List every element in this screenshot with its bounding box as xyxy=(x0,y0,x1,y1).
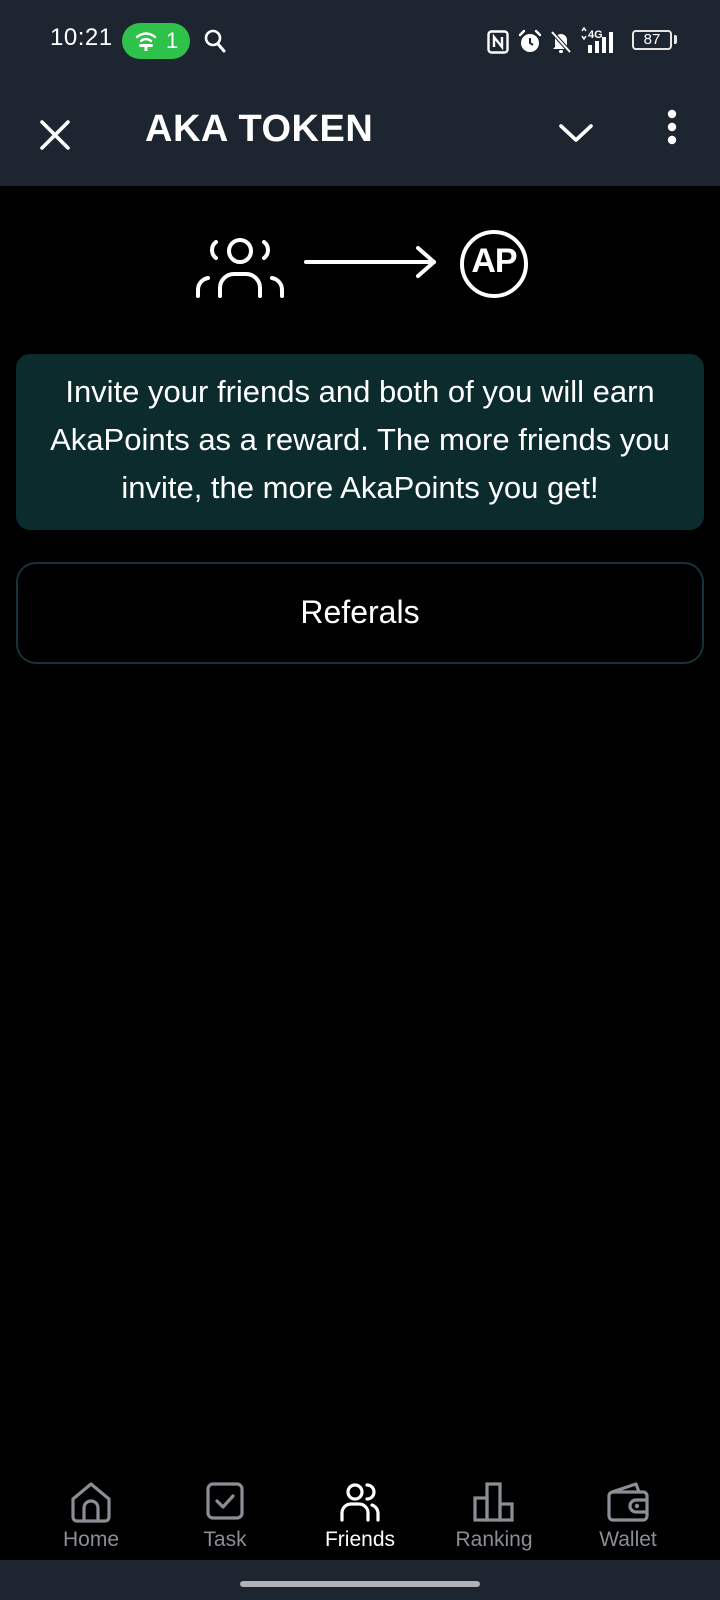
akapoints-badge-label: AP xyxy=(471,242,517,280)
collapse-button[interactable] xyxy=(556,114,596,154)
nav-item-home[interactable]: Home xyxy=(24,1456,158,1560)
invite-info-card: Invite your friends and both of you will… xyxy=(16,354,704,530)
ranking-icon xyxy=(473,1482,514,1522)
status-bar: 10:21 1 4G 87 xyxy=(0,0,720,84)
app-header: AKA TOKEN xyxy=(0,84,720,186)
hotspot-indicator[interactable]: 1 xyxy=(122,23,190,59)
nav-item-ranking[interactable]: Ranking xyxy=(427,1456,561,1560)
battery-tip xyxy=(674,35,677,44)
referral-illustration: AP xyxy=(0,230,720,310)
alarm-icon xyxy=(518,29,542,52)
wallet-icon xyxy=(607,1482,649,1522)
invite-info-text: Invite your friends and both of you will… xyxy=(50,374,670,505)
battery-level: 87 xyxy=(643,31,661,48)
bottom-navigation: Home Task Friends Ranking Wallet xyxy=(0,1456,720,1560)
status-time: 10:21 xyxy=(50,24,113,51)
nav-label-task: Task xyxy=(203,1528,247,1551)
signal-icon: 4G xyxy=(581,27,613,53)
referals-button-label: Referals xyxy=(300,594,420,630)
mute-bell-icon xyxy=(550,30,572,54)
task-icon xyxy=(206,1482,244,1520)
nav-label-ranking: Ranking xyxy=(455,1528,533,1551)
nav-label-home: Home xyxy=(62,1528,120,1551)
home-icon xyxy=(71,1482,111,1523)
chevron-down-icon xyxy=(559,124,593,142)
svg-text:4G: 4G xyxy=(588,29,603,41)
more-vertical-icon xyxy=(667,109,677,145)
arrow-right-icon xyxy=(304,246,436,278)
app-screen: 10:21 1 4G 87 AKA TOKEN AP Invite your f… xyxy=(0,0,720,1600)
hotspot-icon xyxy=(135,32,157,51)
hotspot-count: 1 xyxy=(166,28,179,53)
friends-icon xyxy=(340,1483,380,1522)
nav-item-task[interactable]: Task xyxy=(158,1456,292,1560)
nav-item-friends[interactable]: Friends xyxy=(293,1456,427,1560)
referals-button[interactable]: Referals xyxy=(16,562,704,664)
page-title: AKA TOKEN xyxy=(145,108,374,150)
system-gesture-bar xyxy=(0,1560,720,1600)
home-gesture-handle[interactable] xyxy=(240,1581,480,1587)
nav-label-wallet: Wallet xyxy=(599,1528,657,1551)
battery-indicator: 87 xyxy=(632,30,672,50)
nav-item-wallet[interactable]: Wallet xyxy=(561,1456,695,1560)
nav-label-friends: Friends xyxy=(324,1528,396,1551)
nfc-icon xyxy=(487,30,509,54)
more-options-button[interactable] xyxy=(654,106,690,162)
users-icon xyxy=(195,238,285,298)
close-button[interactable] xyxy=(38,112,74,158)
search-icon xyxy=(204,29,226,53)
close-icon xyxy=(40,120,70,150)
